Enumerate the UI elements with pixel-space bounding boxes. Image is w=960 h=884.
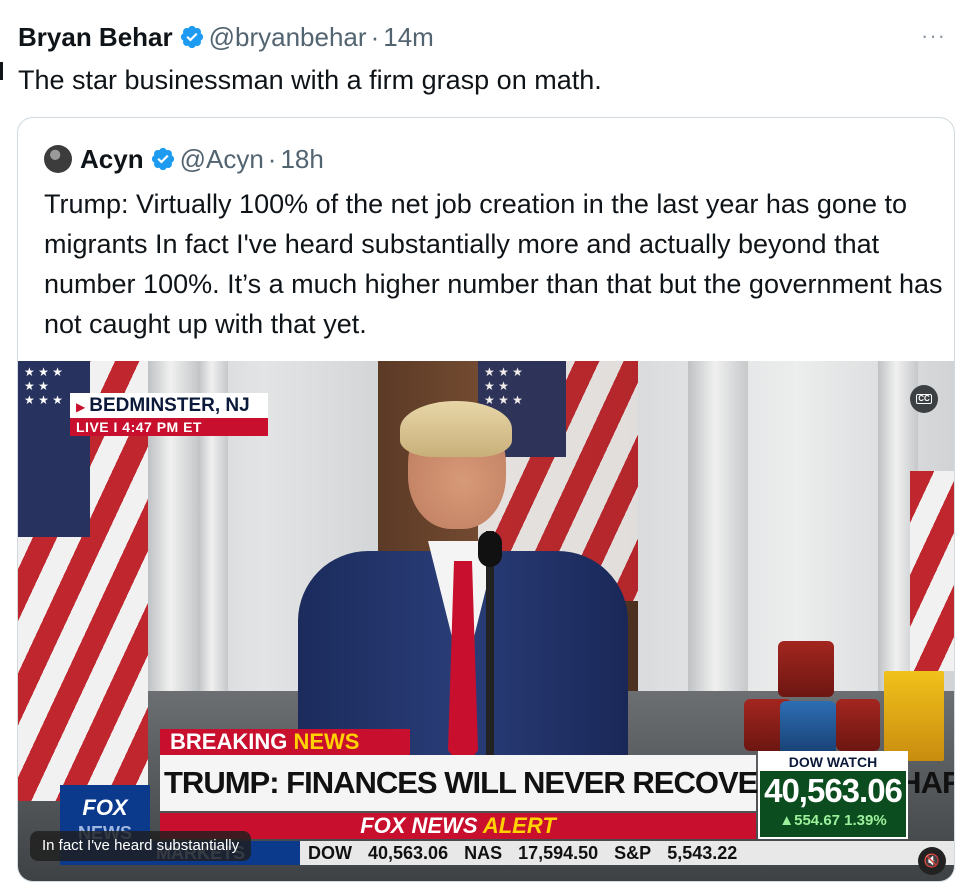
ticker-nas-label: NAS [464,843,503,863]
tweet-timestamp[interactable]: 14m [383,20,434,54]
location-bug: BEDMINSTER, NJ LIVE I 4:47 PM ET [70,393,268,436]
chyron-headline: TRUMP: FINANCES WILL NEVER RECOVER UNDER… [160,755,954,811]
dow-watch-label: DOW WATCH [760,753,906,771]
breaking-label: BREAKING [170,729,288,754]
dow-watch-change: ▲554.67 1.39% [779,812,887,829]
mute-button[interactable]: 🔇 [918,847,946,875]
tweet-text: The star businessman with a firm grasp o… [18,65,602,95]
microphone [478,531,502,791]
ticker-dow-value: 40,563.06 [368,843,449,863]
product-display [744,641,944,761]
dow-watch-box: DOW WATCH 40,563.06 ▲554.67 1.39% [758,751,908,839]
ticker-dow-label: DOW [308,843,352,863]
verified-badge-icon [180,25,203,49]
separator-dot: · [267,144,277,174]
breaking-news-banner: BREAKING NEWS [160,729,410,755]
mute-icon: 🔇 [923,853,941,868]
quote-author-name[interactable]: Acyn [80,142,144,176]
video-player[interactable]: CC BEDMINSTER, NJ LIVE I 4:47 PM ET BREA… [18,361,954,881]
dow-watch-value: 40,563.06 [764,772,903,809]
quoted-tweet-card[interactable]: Acyn @Acyn · 18h Trump: Virtually 100% o… [17,117,955,882]
quote-header: Acyn @Acyn · 18h [44,142,324,176]
market-ticker: MARKETS DOW 40,563.06 NAS 17,594.50 S&P … [150,841,954,865]
more-options-icon[interactable]: ··· [921,25,946,47]
live-time-label: LIVE I 4:47 PM ET [70,418,268,436]
video-caption: In fact I've heard substantially [30,831,252,861]
author-name[interactable]: Bryan Behar [18,20,173,54]
alert-prefix: FOX NEWS [360,813,478,838]
ticker-sp-value: 5,543.22 [667,843,738,863]
closed-captions-button[interactable]: CC [910,385,938,413]
background-column [688,361,748,701]
quote-avatar[interactable] [44,145,72,173]
news-label: NEWS [293,729,360,754]
quote-author-handle[interactable]: @Acyn [180,142,264,176]
thread-indicator-bar [0,62,3,80]
quote-timestamp[interactable]: 18h [280,142,323,176]
alert-word: ALERT [482,813,556,838]
author-handle[interactable]: @bryanbehar [209,20,367,54]
ticker-nas-value: 17,594.50 [518,843,599,863]
separator-dot: · [370,22,380,52]
ticker-sp-label: S&P [614,843,652,863]
tweet-header: Bryan Behar @bryanbehar · 14m [18,20,434,54]
closed-captions-icon: CC [916,394,932,404]
location-label: BEDMINSTER, NJ [70,393,268,418]
verified-badge-icon [151,147,174,171]
speaker-hair [400,401,512,457]
logo-line-fox: FOX [82,795,128,820]
quote-text: Trump: Virtually 100% of the net job cre… [44,189,943,339]
